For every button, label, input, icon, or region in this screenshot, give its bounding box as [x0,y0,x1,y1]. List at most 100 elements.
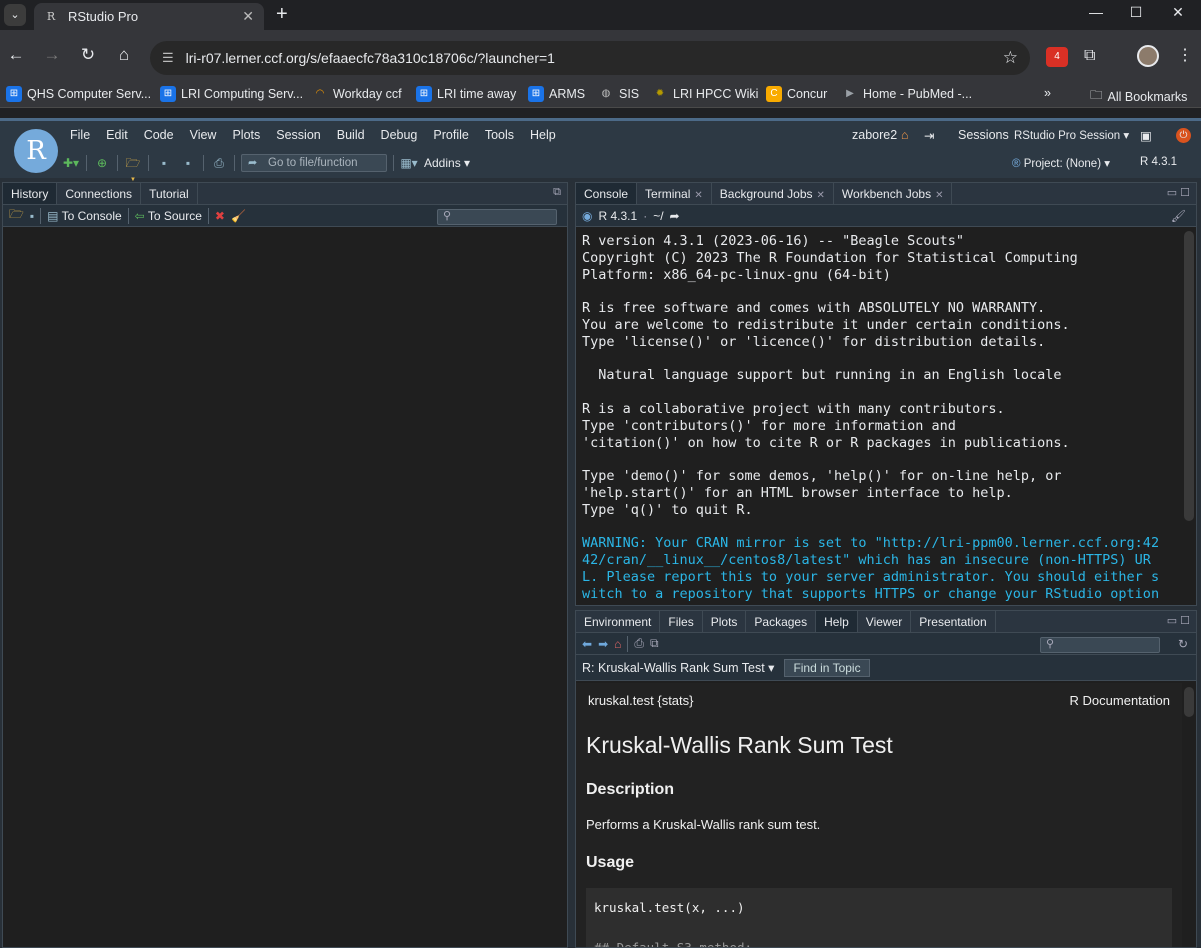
more-bookmarks-icon[interactable]: » [1044,86,1051,100]
forward-icon[interactable]: → [40,45,64,65]
search-icon: ⚲ [1046,638,1055,650]
bookmark-star-icon[interactable]: ☆ [1003,48,1018,68]
profile-avatar[interactable] [1137,45,1159,67]
remove-entry-icon[interactable]: ✖ [215,209,225,223]
new-session-icon[interactable]: ▣ [1140,128,1152,143]
tab-console[interactable]: Console [576,183,638,204]
menu-code[interactable]: Code [136,128,182,142]
address-bar[interactable]: ☰ lri-r07.lerner.ccf.org/s/efaaecfc78a31… [150,41,1030,75]
main-toolbar: ✚▾ ⊕ 🗁▾ ▪ ▪ ⎙ ➦ Go to file/function ▦▾ Ad… [62,152,470,186]
tab-terminal[interactable]: Terminal ✕ [637,183,712,204]
save-all-icon[interactable]: ▪ [179,155,197,171]
home-icon[interactable]: ⌂ [112,45,136,65]
close-window-icon[interactable]: ✕ [1158,4,1198,21]
refresh-icon[interactable]: ↻ [1178,637,1188,651]
minimize-icon[interactable]: — [1076,4,1116,20]
url-text[interactable]: lri-r07.lerner.ccf.org/s/efaaecfc78a310c… [186,50,1003,66]
tab-search-button[interactable]: ⌄ [4,4,26,26]
extension-badge[interactable]: 4 [1046,47,1068,67]
menu-build[interactable]: Build [329,128,373,142]
tab-presentation[interactable]: Presentation [911,611,996,632]
maximize-pane-icon[interactable]: ⧉ [553,186,561,199]
menu-profile[interactable]: Profile [425,128,476,142]
help-scrollbar[interactable] [1184,687,1194,717]
tab-background-jobs[interactable]: Background Jobs ✕ [712,183,834,204]
console-working-dir[interactable]: ~/ [653,209,663,223]
tab-history[interactable]: History [3,183,58,204]
maximize-icon[interactable]: ☐ [1116,4,1156,21]
menu-file[interactable]: File [62,128,98,142]
new-tab-icon[interactable]: + [276,3,288,26]
browser-tab-active[interactable]: R RStudio Pro ✕ [34,3,264,30]
tab-help[interactable]: Help [816,611,858,632]
home-icon[interactable]: ⌂ [901,128,909,142]
sign-out-icon[interactable]: ⇥ [924,128,934,143]
bookmark-item[interactable]: C Concur [766,86,827,102]
open-new-window-icon[interactable]: ⧉ [650,636,659,651]
history-search-input[interactable]: ⚲ [437,209,557,225]
help-home-icon[interactable]: ⌂ [614,637,621,651]
menu-session[interactable]: Session [268,128,328,142]
bookmark-item[interactable]: ▶ Home - PubMed -... [842,86,972,102]
extensions-icon[interactable]: ⧉ [1084,47,1095,65]
open-file-icon[interactable]: 🗁▾ [124,155,142,186]
tab-files[interactable]: Files [660,611,703,632]
tab-tutorial[interactable]: Tutorial [141,183,198,204]
sun-icon: ✹ [655,88,665,99]
menu-view[interactable]: View [182,128,225,142]
bookmark-item[interactable]: ⊞ QHS Computer Serv... [6,86,151,102]
menu-debug[interactable]: Debug [373,128,426,142]
menu-tools[interactable]: Tools [477,128,522,142]
bookmark-item[interactable]: ◍ SIS [598,86,640,102]
new-project-icon[interactable]: ⊕ [93,155,111,171]
pane-layout-icon[interactable]: ▦▾ [400,155,418,171]
menu-help[interactable]: Help [522,128,564,142]
tab-plots[interactable]: Plots [703,611,747,632]
session-select[interactable]: RStudio Pro Session ▾ [1014,128,1129,142]
goto-file-input[interactable]: ➦ Go to file/function [241,154,387,172]
bookmark-item[interactable]: ◠ Workday ccf [312,86,402,102]
tab-packages[interactable]: Packages [746,611,817,632]
broom-icon[interactable]: 🧹 [231,209,246,223]
forward-arrow-icon[interactable]: ➡ [598,637,608,651]
close-tab-icon[interactable]: ✕ [242,8,254,25]
bookmark-item[interactable]: ⊞ LRI time away [416,86,516,102]
tab-connections[interactable]: Connections [57,183,142,204]
print-icon[interactable]: ⎙ [634,636,644,651]
to-console-button[interactable]: ▤ To Console [47,209,122,223]
bookmark-item[interactable]: ⊞ ARMS [528,86,585,102]
bookmark-item[interactable]: ✹ LRI HPCC Wiki [652,86,759,102]
goto-dir-icon[interactable]: ➦ [670,209,680,223]
clear-console-icon[interactable]: 🖌 [1171,209,1186,223]
all-bookmarks[interactable]: 🗀 All Bookmarks [1090,86,1187,107]
print-icon[interactable]: ⎙ [210,155,228,171]
minimize-maximize-pane-icon[interactable]: ▭ ☐ [1167,614,1190,627]
save-history-icon[interactable]: ▪ [30,209,34,223]
help-search-input[interactable]: ⚲ [1040,637,1160,653]
find-in-topic-button[interactable]: Find in Topic [784,658,870,677]
addins-menu[interactable]: Addins ▾ [424,156,470,170]
console-scrollbar[interactable] [1184,231,1194,521]
help-description-text: Performs a Kruskal-Wallis rank sum test. [586,817,821,832]
help-topic-select[interactable]: R: Kruskal-Wallis Rank Sum Test ▾ [582,660,774,675]
back-arrow-icon[interactable]: ⬅ [582,637,592,651]
tab-viewer[interactable]: Viewer [858,611,912,632]
r-version-badge[interactable]: R 4.3.1 [1140,156,1177,168]
tab-environment[interactable]: Environment [576,611,661,632]
reload-icon[interactable]: ↻ [76,45,100,65]
bookmark-item[interactable]: ⊞ LRI Computing Serv... [160,86,303,102]
new-file-icon[interactable]: ✚▾ [62,155,80,171]
menu-edit[interactable]: Edit [98,128,136,142]
minimize-maximize-pane-icon[interactable]: ▭ ☐ [1167,186,1190,199]
menu-plots[interactable]: Plots [224,128,268,142]
browser-menu-icon[interactable]: ⋮ [1177,45,1193,65]
save-icon[interactable]: ▪ [155,155,173,171]
to-source-button[interactable]: ⇦ To Source [135,209,202,223]
project-menu[interactable]: ® Project: (None) ▾ [1012,156,1110,170]
power-icon[interactable]: ⏻ [1176,128,1191,143]
back-icon[interactable]: ← [4,45,28,65]
load-history-icon[interactable]: 🗁 [9,205,24,226]
site-info-icon[interactable]: ☰ [162,50,174,66]
tab-workbench-jobs[interactable]: Workbench Jobs ✕ [834,183,953,204]
console-output[interactable]: R version 4.3.1 (2023-06-16) -- "Beagle … [576,229,1182,605]
